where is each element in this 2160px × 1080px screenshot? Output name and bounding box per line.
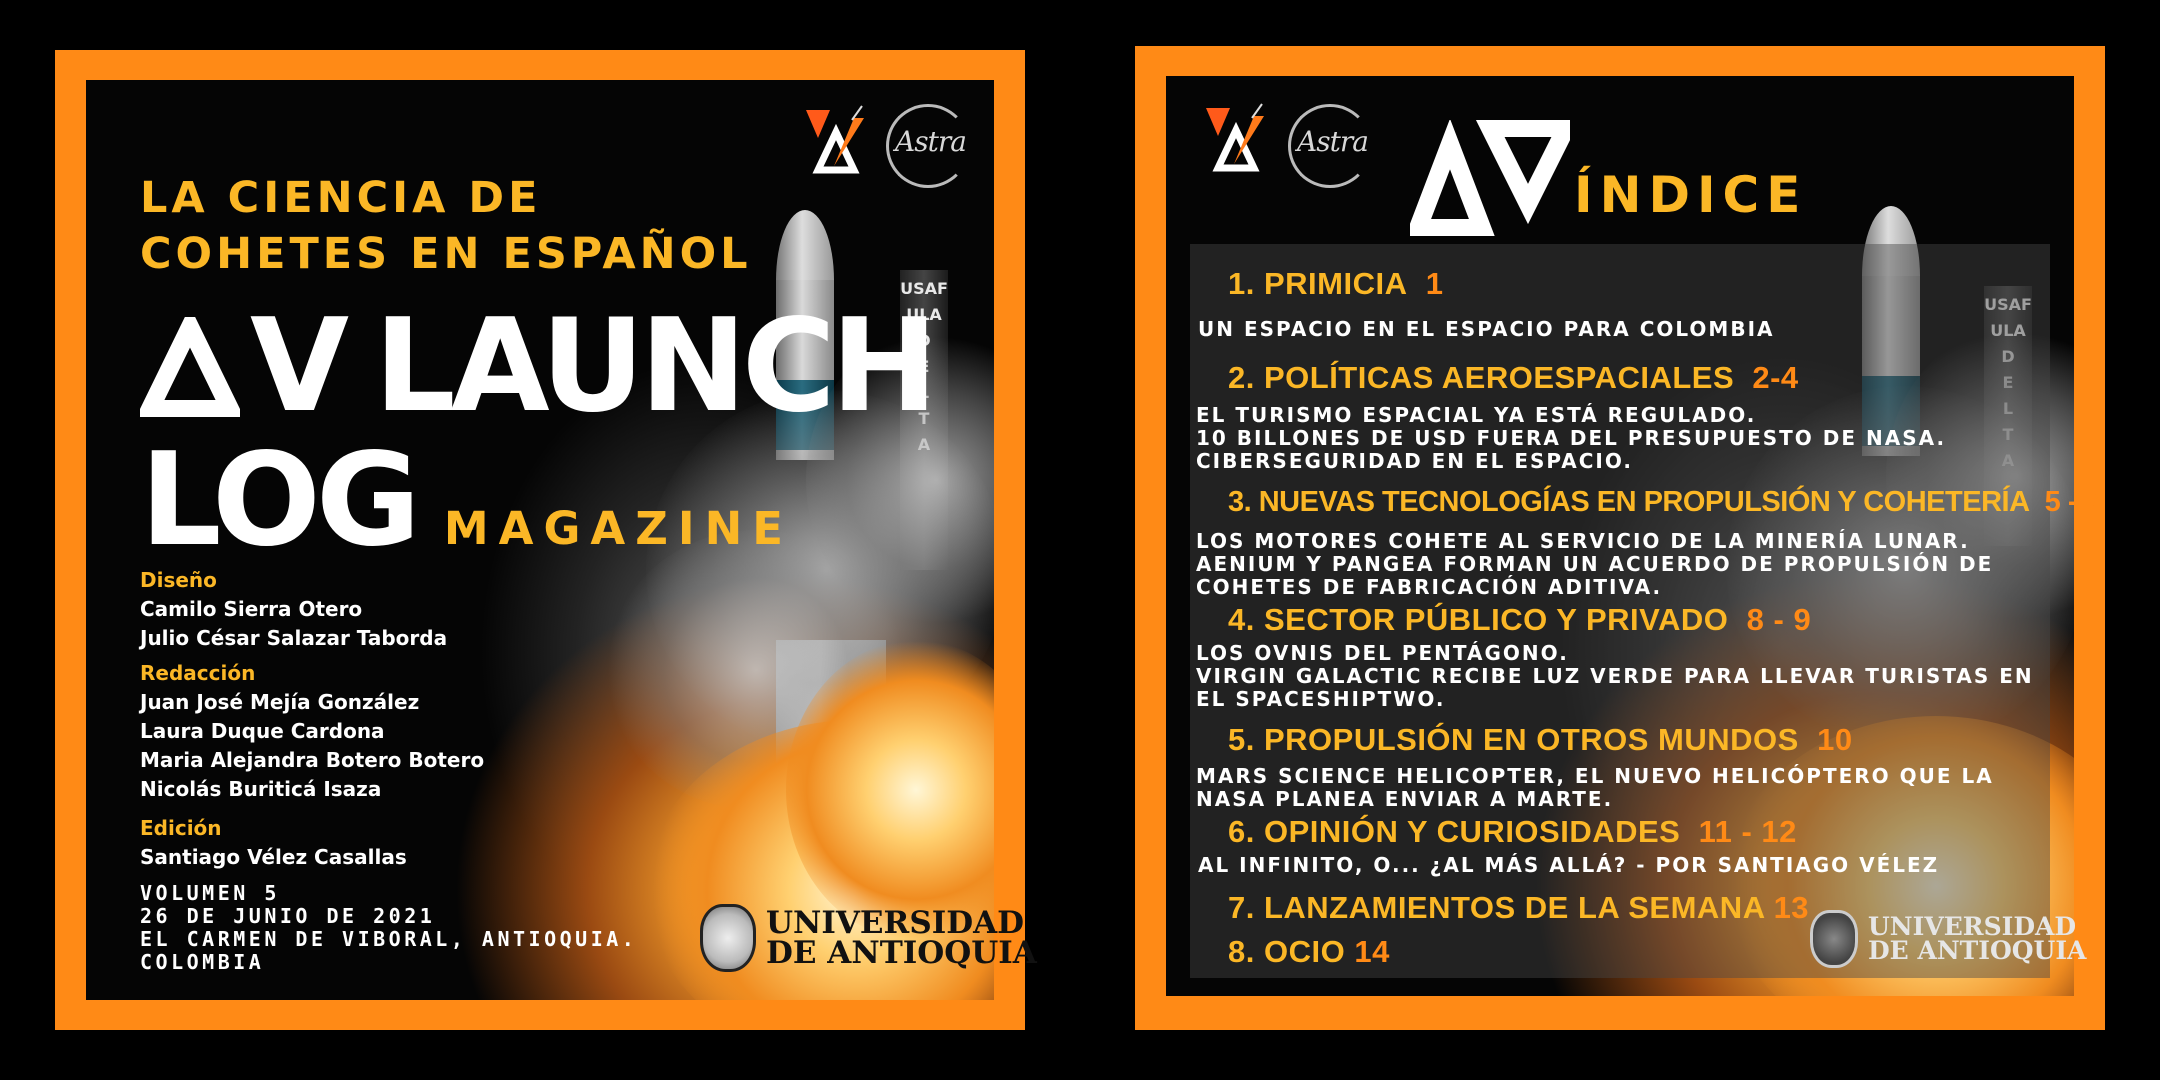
index-section-title: 6. OPINIÓN Y CURIOSIDADES 11 - 12 xyxy=(1228,814,1797,849)
issue-place: EL CARMEN DE VIBORAL, ANTIOQUIA. xyxy=(140,927,638,951)
index-page: USAFULADELTA Astra ÍNDICE 1. PRIMICIA 1 … xyxy=(1080,0,2160,1080)
issue-date: 26 DE JUNIO DE 2021 xyxy=(140,904,436,928)
masthead-v: V xyxy=(250,292,349,441)
index-section-title: 5. PROPULSIÓN EN OTROS MUNDOS 10 xyxy=(1228,722,1853,757)
credit-name: Maria Alejandra Botero Botero xyxy=(140,748,485,772)
index-section-desc: LOS MOTORES COHETE AL SERVICIO DE LA MIN… xyxy=(1196,529,1994,599)
credit-name: Juan José Mejía González xyxy=(140,690,420,714)
credit-role: Redacción xyxy=(140,661,256,685)
cover-kicker: LA CIENCIA DE COHETES EN ESPAÑOL xyxy=(140,173,752,279)
credit-name: Camilo Sierra Otero xyxy=(140,597,363,621)
masthead-launch: LAUNCH xyxy=(374,292,938,441)
index-section-title: 1. PRIMICIA 1 xyxy=(1228,266,1444,301)
index-title: ÍNDICE xyxy=(1574,166,1808,224)
issue-info: VOLUMEN 5 26 DE JUNIO DE 2021 EL CARMEN … xyxy=(140,882,637,974)
delta-v-logo-icon xyxy=(806,105,864,174)
index-section-title: 4. SECTOR PÚBLICO Y PRIVADO 8 - 9 xyxy=(1228,602,1812,637)
credit-name: Laura Duque Cardona xyxy=(140,719,385,743)
university-logo: UNIVERSIDAD DE ANTIOQUIA xyxy=(700,904,1037,972)
index-section-title: 7. LANZAMIENTOS DE LA SEMANA 13 xyxy=(1228,890,1810,925)
index-section-desc: UN ESPACIO EN EL ESPACIO PARA COLOMBIA xyxy=(1198,317,1775,341)
masthead-log: LOG xyxy=(140,426,421,575)
delta-v-logo-icon xyxy=(1206,103,1264,172)
credit-name: Julio César Salazar Taborda xyxy=(140,626,448,650)
credits: Diseño Camilo Sierra Otero Julio César S… xyxy=(140,560,560,872)
astra-logo-icon: Astra xyxy=(886,104,970,188)
credit-name: Santiago Vélez Casallas xyxy=(140,845,407,869)
index-section-desc: AL INFINITO, O... ¿AL MÁS ALLÁ? - POR SA… xyxy=(1198,853,1940,877)
astra-logo-icon: Astra xyxy=(1288,104,1372,188)
index-section-title: 8. OCIO 14 xyxy=(1228,934,1390,969)
university-logo: UNIVERSIDAD DE ANTIOQUIA xyxy=(1810,910,2086,968)
delta-v-title-icon xyxy=(1410,120,1570,236)
index-section-title: 3. NUEVAS TECNOLOGÍAS EN PROPULSIÓN Y CO… xyxy=(1228,486,2101,518)
masthead-line-1: V LAUNCH xyxy=(140,292,938,442)
issue-volume: VOLUMEN 5 xyxy=(140,881,280,905)
credit-role: Edición xyxy=(140,816,222,840)
index-section-desc: MARS SCIENCE HELICOPTER, EL NUEVO HELICÓ… xyxy=(1196,764,1994,811)
delta-symbol-icon xyxy=(140,317,240,417)
index-section-title: 2. POLÍTICAS AEROESPACIALES 2-4 xyxy=(1228,360,1799,395)
university-seal-icon xyxy=(700,904,756,972)
cover-page: USAFULADELTA Astra LA CIENCIA DE COHETES… xyxy=(0,0,1080,1080)
credit-name: Nicolás Buriticá Isaza xyxy=(140,777,382,801)
index-section-desc: LOS OVNIS DEL PENTÁGONO. VIRGIN GALACTIC… xyxy=(1196,641,2034,711)
credit-role: Diseño xyxy=(140,568,217,592)
index-section-desc: EL TURISMO ESPACIAL YA ESTÁ REGULADO. 10… xyxy=(1196,403,1947,473)
university-seal-icon xyxy=(1810,910,1858,968)
issue-country: COLOMBIA xyxy=(140,950,265,974)
